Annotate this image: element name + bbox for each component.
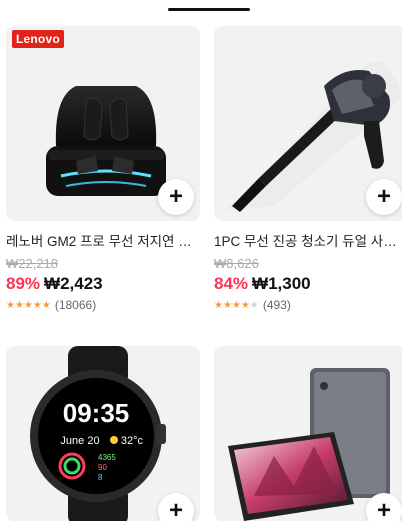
product-image[interactable]: Lenovo + <box>6 26 200 221</box>
review-count: (18066) <box>54 298 97 312</box>
review-count: (493) <box>262 298 291 312</box>
sale-price: ₩2,423 <box>44 274 103 293</box>
product-image[interactable]: 09:35 June 20 32°c 4365 90 8 + <box>6 346 200 521</box>
top-drag-handle[interactable] <box>168 8 250 11</box>
product-image[interactable]: + <box>214 26 402 221</box>
add-to-cart-button[interactable]: + <box>366 179 402 215</box>
original-price: ₩8,626 <box>214 256 259 271</box>
sale-price: ₩1,300 <box>252 274 311 293</box>
add-to-cart-button[interactable]: + <box>158 493 194 521</box>
watch-stat-other: 8 <box>98 473 103 482</box>
star-rating: ★★★★★ <box>214 299 259 311</box>
product-title[interactable]: 1PC 무선 진공 청소기 듀얼 사용… <box>214 230 402 250</box>
original-price: ₩22,218 <box>6 256 59 271</box>
product-card[interactable]: 09:35 June 20 32°c 4365 90 8 + <box>6 346 200 521</box>
product-card[interactable]: + 1PC 무선 진공 청소기 듀얼 사용… ₩8,626 84% ₩1,300… <box>214 26 402 312</box>
discount-percent: 84% <box>214 274 249 293</box>
watch-time: 09:35 <box>63 398 130 428</box>
watch-stat-heart: 90 <box>98 463 107 472</box>
watch-temp: 32°c <box>121 435 144 447</box>
product-card[interactable]: + <box>214 346 402 521</box>
add-to-cart-button[interactable]: + <box>158 179 194 215</box>
product-image[interactable]: + <box>214 346 402 521</box>
star-rating: ★★★★★ <box>6 299 51 311</box>
watch-date: June 20 <box>60 435 99 447</box>
brand-badge: Lenovo <box>12 30 64 48</box>
product-card[interactable]: Lenovo + 레노버 GM2 프로 무선 저지연 이… ₩22,218 89… <box>6 26 200 312</box>
add-to-cart-button[interactable]: + <box>366 493 402 521</box>
discount-percent: 89% <box>6 274 41 293</box>
product-title[interactable]: 레노버 GM2 프로 무선 저지연 이… <box>6 230 200 250</box>
watch-stat-steps: 4365 <box>98 453 116 462</box>
